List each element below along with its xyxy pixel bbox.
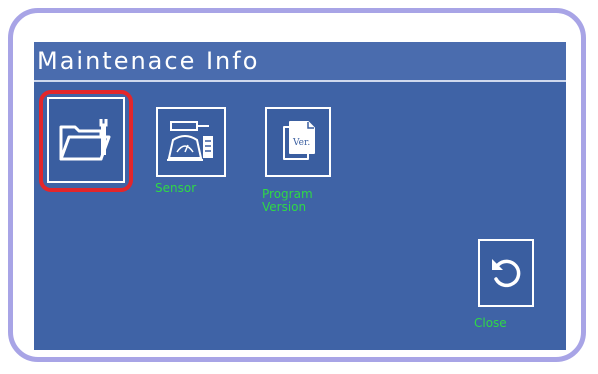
page-title: Maintenace Info	[37, 47, 260, 75]
sensor-label: Sensor	[155, 181, 197, 195]
program-version-button[interactable]: Ver.	[265, 107, 331, 177]
folder-wrench-icon	[59, 119, 111, 161]
maintenance-folder-button[interactable]	[47, 97, 125, 183]
undo-arrow-icon	[492, 259, 521, 288]
svg-text:Ver.: Ver.	[292, 138, 310, 148]
document-version-icon: Ver.	[283, 121, 315, 160]
close-label: Close	[474, 316, 507, 330]
title-bar: Maintenace Info	[34, 42, 566, 82]
close-button[interactable]	[478, 239, 534, 307]
sensor-scale-icon	[167, 121, 213, 161]
program-version-label-line2: Version	[262, 200, 307, 214]
sensor-button[interactable]	[156, 107, 226, 177]
screen: Maintenace Info Sensor Ver. Program Vers…	[34, 42, 566, 350]
